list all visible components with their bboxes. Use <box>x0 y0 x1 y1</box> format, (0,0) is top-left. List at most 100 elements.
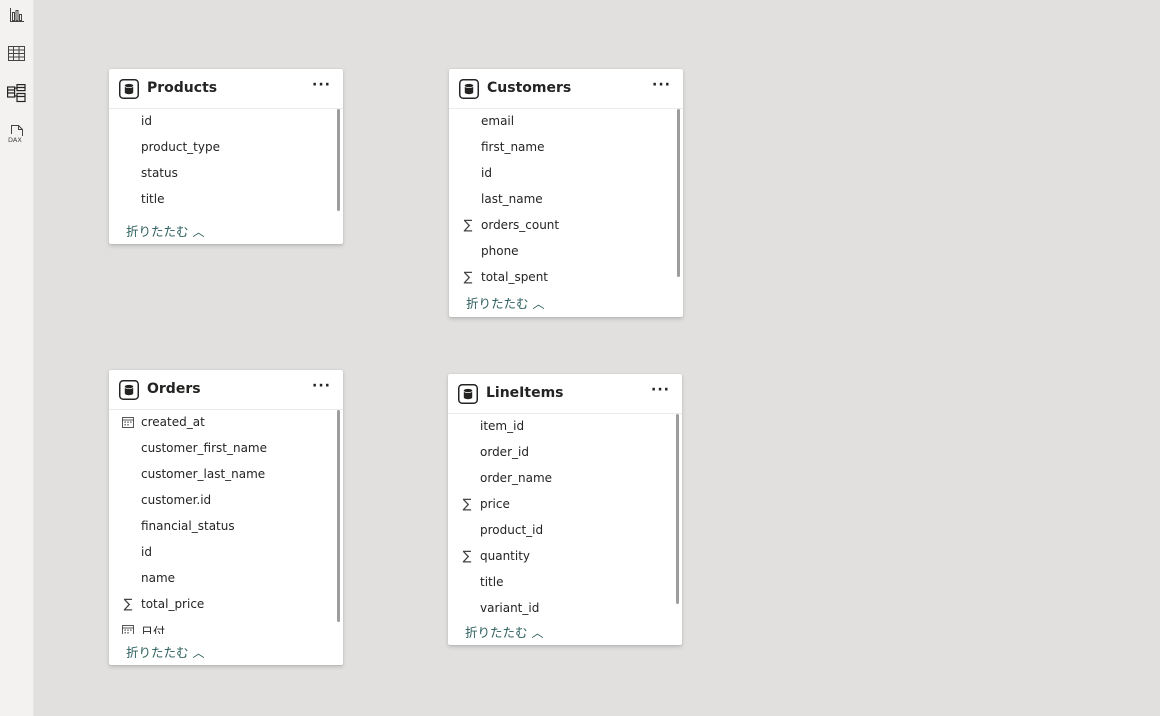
collapse-button[interactable]: 折りたたむ ︿ <box>126 642 205 661</box>
field-row[interactable]: ∑ total_price <box>109 592 343 618</box>
scrollbar[interactable] <box>676 414 679 604</box>
field-label: title <box>480 575 504 589</box>
field-row[interactable]: item_id <box>448 414 682 440</box>
field-label: financial_status <box>141 519 235 533</box>
field-label: quantity <box>480 549 531 563</box>
chevron-up-icon: ︿ <box>192 225 205 239</box>
field-row[interactable]: order_id <box>448 440 682 466</box>
table-card-customers[interactable]: Customers ··· email first_nameid last_name… <box>449 69 683 317</box>
scrollbar[interactable] <box>677 109 680 277</box>
field-label: total_price <box>141 597 205 611</box>
table-card-lineitems[interactable]: LineItems ··· item_id order_id order_name ∑… <box>448 374 682 645</box>
field-label: status <box>141 166 178 180</box>
field-label: customer_last_name <box>141 467 266 481</box>
more-options-button[interactable]: ··· <box>652 77 671 93</box>
scrollbar[interactable] <box>337 109 340 211</box>
table-view-icon[interactable] <box>3 40 30 67</box>
model-view-icon[interactable] <box>3 80 30 107</box>
chevron-up-icon: ︿ <box>192 646 205 660</box>
field-row[interactable]: first_name <box>449 135 683 161</box>
table-database-icon <box>119 380 139 404</box>
field-row[interactable]: order_name <box>448 466 682 492</box>
field-row[interactable]: product_id <box>448 518 682 544</box>
field-row[interactable]: title <box>448 570 682 596</box>
field-label: order_name <box>480 471 553 485</box>
dax-label: DAX <box>8 136 22 144</box>
field-label: product_id <box>480 523 544 537</box>
table-title: LineItems <box>486 385 564 401</box>
field-label: phone <box>481 244 519 258</box>
table-database-icon <box>458 384 478 408</box>
calendar-icon <box>121 625 135 634</box>
collapse-button[interactable]: 折りたたむ ︿ <box>466 293 545 312</box>
field-list: id product_typestatus title <box>109 109 343 215</box>
field-label: 日付 <box>141 625 166 634</box>
sum-icon: ∑ <box>463 270 473 285</box>
field-row[interactable]: product_type <box>109 135 343 161</box>
card-header[interactable]: Products ··· <box>109 69 343 109</box>
field-row[interactable]: customer.id <box>109 488 343 514</box>
field-row[interactable]: name <box>109 566 343 592</box>
card-header[interactable]: LineItems ··· <box>448 374 682 414</box>
report-view-icon[interactable] <box>3 1 30 28</box>
field-row[interactable]: ∑ quantity <box>448 544 682 570</box>
field-row[interactable]: status <box>109 161 343 187</box>
table-title: Customers <box>487 80 572 96</box>
calendar-icon <box>121 417 135 432</box>
field-label: title <box>141 192 165 206</box>
sum-icon: ∑ <box>462 497 472 512</box>
field-row[interactable]: customer_last_name <box>109 462 343 488</box>
field-label: first_name <box>481 140 545 154</box>
sum-icon: ∑ <box>462 549 472 564</box>
field-list: item_id order_id order_name ∑ price product_i… <box>448 414 682 618</box>
field-row[interactable]: title <box>109 187 343 213</box>
field-label: created_at <box>141 415 205 429</box>
field-label: id <box>141 114 152 128</box>
collapse-label: 折りたたむ <box>126 645 189 660</box>
card-header[interactable]: Customers ··· <box>449 69 683 109</box>
scrollbar[interactable] <box>337 410 340 622</box>
field-row[interactable]: customer_first_name <box>109 436 343 462</box>
more-options-button[interactable]: ··· <box>312 77 331 93</box>
more-options-button[interactable]: ··· <box>312 378 331 394</box>
field-label: variant_id <box>480 601 540 615</box>
collapse-button[interactable]: 折りたたむ ︿ <box>126 221 205 240</box>
field-label: last_name <box>481 192 543 206</box>
field-row[interactable]: variant_id <box>448 596 682 618</box>
chevron-up-icon: ︿ <box>531 626 544 640</box>
card-header[interactable]: Orders ··· <box>109 370 343 410</box>
table-card-products[interactable]: Products ··· id product_typestatus title 折… <box>109 69 343 244</box>
sum-icon: ∑ <box>463 218 473 233</box>
field-label: price <box>480 497 510 511</box>
field-row[interactable]: id <box>449 161 683 187</box>
field-row[interactable]: ∑ total_spent <box>449 265 683 287</box>
field-row[interactable]: created_at <box>109 410 343 436</box>
collapse-button[interactable]: 折りたたむ ︿ <box>465 622 544 641</box>
field-label: email <box>481 114 515 128</box>
field-row[interactable]: financial_status <box>109 514 343 540</box>
field-label: orders_count <box>481 218 560 232</box>
more-options-button[interactable]: ··· <box>651 382 670 398</box>
field-label: id <box>481 166 492 180</box>
field-row[interactable]: phone <box>449 239 683 265</box>
table-card-orders[interactable]: Orders ··· created_at customer_first_name… <box>109 370 343 665</box>
view-switcher-rail: DAX <box>0 0 34 716</box>
field-row[interactable]: 日付 <box>109 618 343 634</box>
chevron-up-icon: ︿ <box>532 297 545 311</box>
field-row[interactable]: email <box>449 109 683 135</box>
field-label: name <box>141 571 176 585</box>
field-row[interactable]: ∑ price <box>448 492 682 518</box>
sum-icon: ∑ <box>123 597 133 612</box>
field-row[interactable]: id <box>109 540 343 566</box>
field-label: id <box>141 545 152 559</box>
field-row[interactable]: last_name <box>449 187 683 213</box>
table-database-icon <box>119 79 139 103</box>
field-label: item_id <box>480 419 525 433</box>
field-row[interactable]: ∑ orders_count <box>449 213 683 239</box>
table-title: Orders <box>147 381 201 397</box>
field-row[interactable]: id <box>109 109 343 135</box>
field-list: created_at customer_first_name customer_la… <box>109 410 343 634</box>
dax-query-view-icon[interactable]: DAX <box>3 120 30 147</box>
field-list: email first_nameid last_name ∑ orders_countp… <box>449 109 683 287</box>
collapse-label: 折りたたむ <box>126 224 189 239</box>
